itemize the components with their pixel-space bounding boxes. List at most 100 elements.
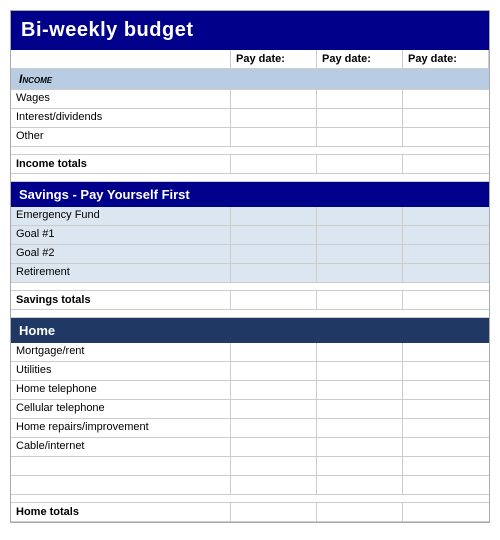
home-mortgage-col2[interactable] <box>231 343 317 361</box>
page-title: Bi-weekly budget <box>11 11 489 50</box>
income-interest-col3[interactable] <box>317 109 403 127</box>
income-totals-label: Income totals <box>11 155 231 173</box>
home-utilities-col4[interactable] <box>403 362 489 380</box>
home-totals-col2[interactable] <box>231 503 317 521</box>
header-col4: Pay date: <box>403 50 489 68</box>
income-totals-col4[interactable] <box>403 155 489 173</box>
home-totals-label: Home totals <box>11 503 231 521</box>
home-telephone-col2[interactable] <box>231 381 317 399</box>
home-cellular-col4[interactable] <box>403 400 489 418</box>
income-interest-col4[interactable] <box>403 109 489 127</box>
home-telephone-label: Home telephone <box>11 381 231 399</box>
table-row: Emergency Fund <box>11 207 489 226</box>
home-cellular-col3[interactable] <box>317 400 403 418</box>
table-row: Home repairs/improvement <box>11 419 489 438</box>
home-repairs-col2[interactable] <box>231 419 317 437</box>
income-section-header: Income <box>11 69 489 90</box>
income-other-col2[interactable] <box>231 128 317 146</box>
savings-retirement-label: Retirement <box>11 264 231 282</box>
income-other-col4[interactable] <box>403 128 489 146</box>
savings-totals-col2[interactable] <box>231 291 317 309</box>
header-col2: Pay date: <box>231 50 317 68</box>
home-extra1-col2[interactable] <box>231 457 317 475</box>
table-row: Cellular telephone <box>11 400 489 419</box>
savings-goal1-col4[interactable] <box>403 226 489 244</box>
table-row: Home telephone <box>11 381 489 400</box>
table-row: Interest/dividends <box>11 109 489 128</box>
home-totals-col3[interactable] <box>317 503 403 521</box>
home-utilities-col2[interactable] <box>231 362 317 380</box>
table-row: Utilities <box>11 362 489 381</box>
income-wages-col2[interactable] <box>231 90 317 108</box>
table-row: Cable/internet <box>11 438 489 457</box>
home-extra1-col4[interactable] <box>403 457 489 475</box>
income-other-col3[interactable] <box>317 128 403 146</box>
table-row: Goal #2 <box>11 245 489 264</box>
savings-goal1-label: Goal #1 <box>11 226 231 244</box>
home-mortgage-col4[interactable] <box>403 343 489 361</box>
income-interest-col2[interactable] <box>231 109 317 127</box>
home-telephone-col3[interactable] <box>317 381 403 399</box>
home-extra1-col3[interactable] <box>317 457 403 475</box>
home-spacer <box>11 495 489 503</box>
savings-emergency-col2[interactable] <box>231 207 317 225</box>
home-mortgage-col3[interactable] <box>317 343 403 361</box>
savings-totals-label: Savings totals <box>11 291 231 309</box>
savings-retirement-col4[interactable] <box>403 264 489 282</box>
home-utilities-label: Utilities <box>11 362 231 380</box>
income-wages-label: Wages <box>11 90 231 108</box>
table-row <box>11 457 489 476</box>
income-interest-label: Interest/dividends <box>11 109 231 127</box>
home-cable-col2[interactable] <box>231 438 317 456</box>
home-cable-col3[interactable] <box>317 438 403 456</box>
income-wages-col3[interactable] <box>317 90 403 108</box>
savings-goal1-col3[interactable] <box>317 226 403 244</box>
home-telephone-col4[interactable] <box>403 381 489 399</box>
savings-goal1-col2[interactable] <box>231 226 317 244</box>
home-cellular-label: Cellular telephone <box>11 400 231 418</box>
home-repairs-col3[interactable] <box>317 419 403 437</box>
header-col1 <box>11 50 231 68</box>
savings-totals-col4[interactable] <box>403 291 489 309</box>
home-utilities-col3[interactable] <box>317 362 403 380</box>
savings-goal2-col3[interactable] <box>317 245 403 263</box>
home-extra2-col3[interactable] <box>317 476 403 494</box>
savings-goal2-col2[interactable] <box>231 245 317 263</box>
home-totals-row: Home totals <box>11 503 489 522</box>
home-extra1-label <box>11 457 231 475</box>
savings-totals-row: Savings totals <box>11 291 489 310</box>
savings-emergency-col4[interactable] <box>403 207 489 225</box>
savings-goal2-label: Goal #2 <box>11 245 231 263</box>
table-row: Mortgage/rent <box>11 343 489 362</box>
header-col3: Pay date: <box>317 50 403 68</box>
income-totals-col3[interactable] <box>317 155 403 173</box>
table-row <box>11 476 489 495</box>
savings-spacer <box>11 283 489 291</box>
savings-spacer2 <box>11 310 489 318</box>
income-totals-col2[interactable] <box>231 155 317 173</box>
savings-retirement-col3[interactable] <box>317 264 403 282</box>
table-row: Other <box>11 128 489 147</box>
savings-retirement-col2[interactable] <box>231 264 317 282</box>
table-row: Wages <box>11 90 489 109</box>
home-extra2-col4[interactable] <box>403 476 489 494</box>
home-repairs-col4[interactable] <box>403 419 489 437</box>
income-spacer2 <box>11 174 489 182</box>
income-other-label: Other <box>11 128 231 146</box>
income-wages-col4[interactable] <box>403 90 489 108</box>
home-cellular-col2[interactable] <box>231 400 317 418</box>
savings-goal2-col4[interactable] <box>403 245 489 263</box>
home-totals-col4[interactable] <box>403 503 489 521</box>
income-spacer <box>11 147 489 155</box>
home-section-header: Home <box>11 318 489 343</box>
home-extra2-col2[interactable] <box>231 476 317 494</box>
income-totals-row: Income totals <box>11 155 489 174</box>
savings-totals-col3[interactable] <box>317 291 403 309</box>
header-row: Pay date: Pay date: Pay date: <box>11 50 489 69</box>
home-cable-col4[interactable] <box>403 438 489 456</box>
savings-section-header: Savings - Pay Yourself First <box>11 182 489 207</box>
home-extra2-label <box>11 476 231 494</box>
savings-emergency-col3[interactable] <box>317 207 403 225</box>
table-row: Retirement <box>11 264 489 283</box>
home-repairs-label: Home repairs/improvement <box>11 419 231 437</box>
